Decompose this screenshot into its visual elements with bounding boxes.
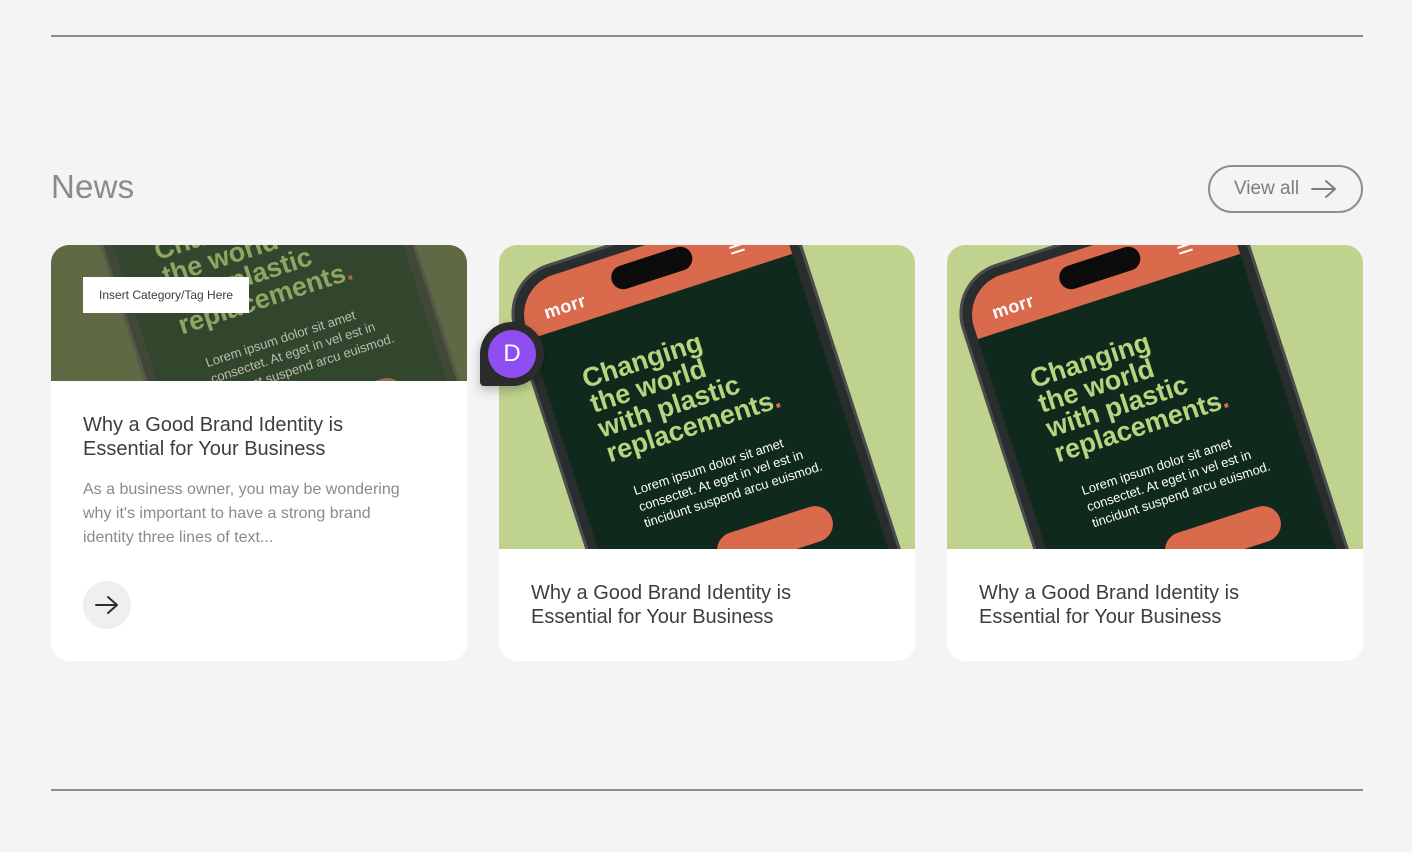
card-excerpt: As a business owner, you may be wonderin… xyxy=(83,481,400,546)
read-more-button[interactable] xyxy=(83,581,131,629)
section-title: News xyxy=(51,168,135,205)
mockup-cta xyxy=(712,501,838,549)
phone-mockup-image: morr Changing the world with plastic rep… xyxy=(499,245,915,549)
card-title[interactable]: Why a Good Brand Identity is Essential f… xyxy=(531,581,871,629)
top-divider xyxy=(51,35,1363,37)
view-all-button[interactable]: View all xyxy=(1208,165,1363,213)
arrow-right-icon xyxy=(95,596,118,614)
card-image: morr Changing the world with plastic rep… xyxy=(947,245,1363,549)
card-image: morr Changing the world with plastic rep… xyxy=(51,245,467,381)
card-title[interactable]: Why a Good Brand Identity is Essential f… xyxy=(83,413,423,461)
bottom-divider xyxy=(51,789,1363,791)
arrow-right-icon xyxy=(1311,180,1337,198)
avatar-badge[interactable]: D xyxy=(480,322,544,386)
card-image: morr Changing the world with plastic rep… xyxy=(499,245,915,549)
avatar: D xyxy=(488,330,536,378)
view-all-label: View all xyxy=(1233,178,1300,199)
category-tag[interactable]: Insert Category/Tag Here xyxy=(83,277,250,313)
mockup-cta xyxy=(1160,501,1286,549)
phone-mockup-image: morr Changing the world with plastic rep… xyxy=(947,245,1363,549)
news-card[interactable]: morr Changing the world with plastic rep… xyxy=(51,245,467,661)
card-title[interactable]: Why a Good Brand Identity is Essential f… xyxy=(979,581,1319,629)
news-card[interactable]: morr Changing the world with plastic rep… xyxy=(499,245,915,661)
news-card[interactable]: morr Changing the world with plastic rep… xyxy=(947,245,1363,661)
phone-mockup-image: morr Changing the world with plastic rep… xyxy=(69,245,467,381)
